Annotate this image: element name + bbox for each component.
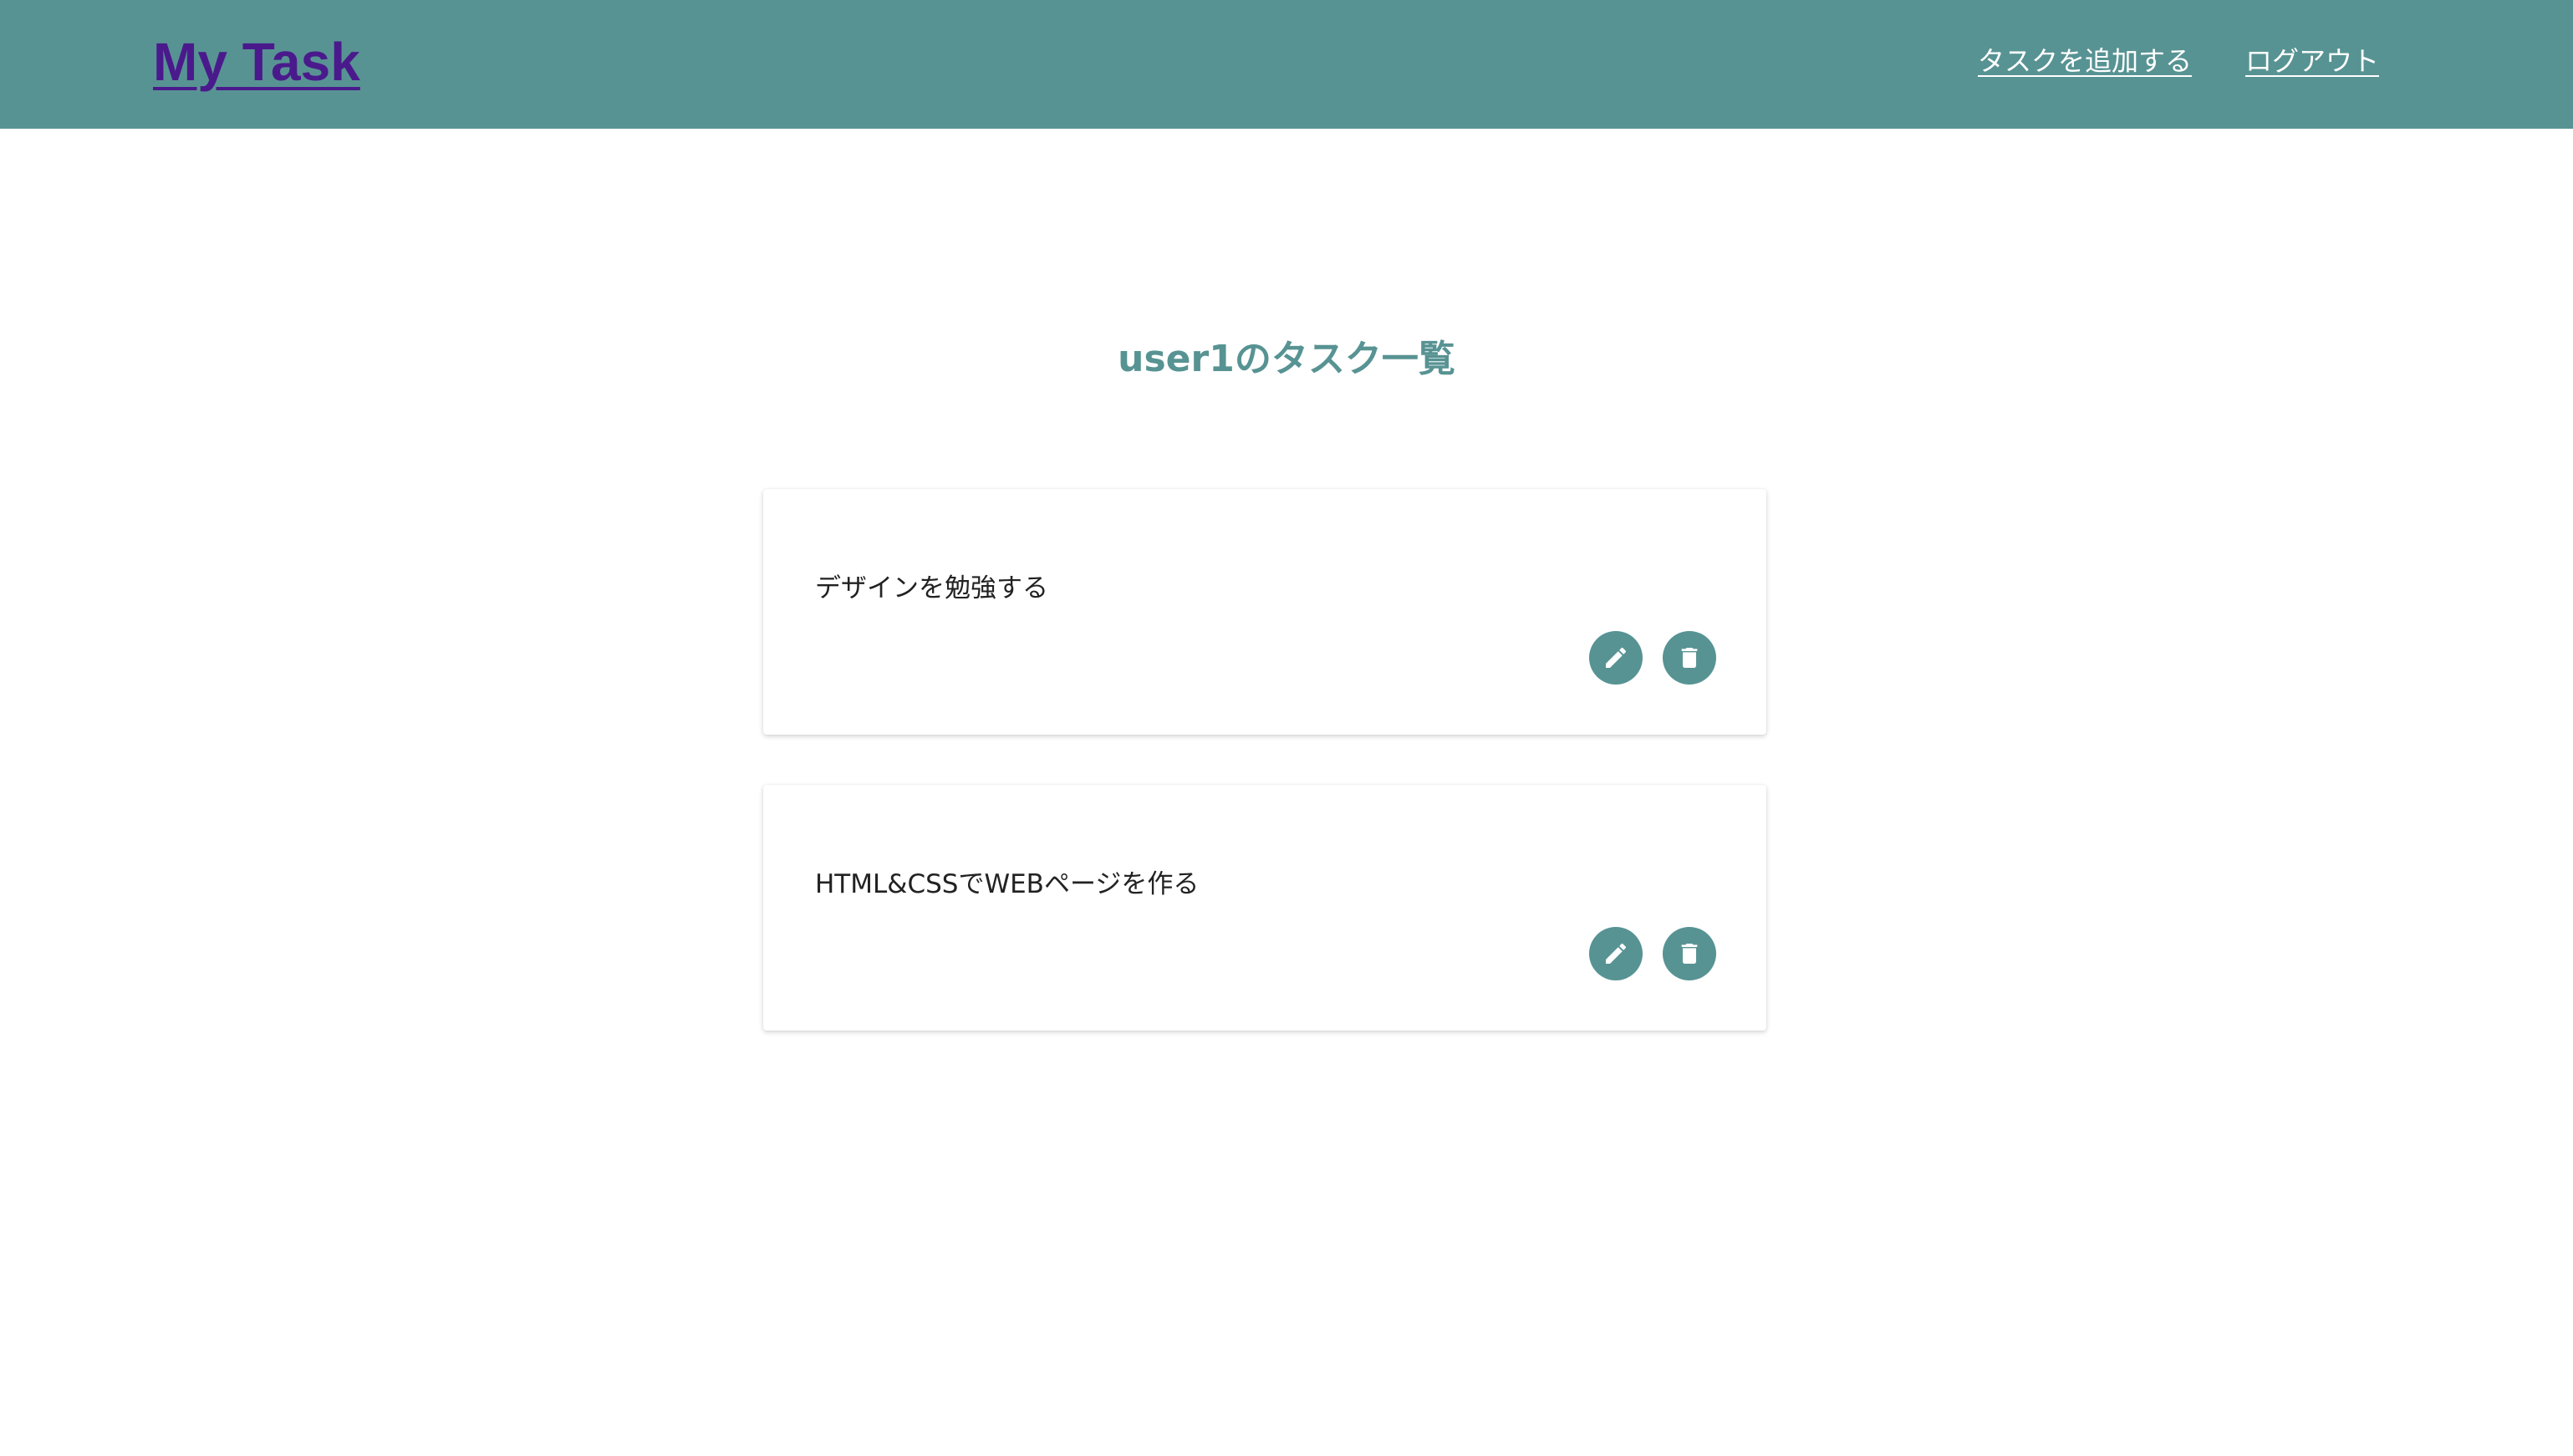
page-title: user1のタスク一覧 bbox=[1118, 338, 1455, 380]
add-task-link[interactable]: タスクを追加する bbox=[1978, 42, 2192, 80]
task-actions bbox=[1589, 927, 1716, 980]
edit-task-button[interactable] bbox=[1589, 927, 1643, 980]
brand-link[interactable]: My Task bbox=[153, 28, 360, 95]
header-nav: タスクを追加する ログアウト bbox=[1978, 42, 2379, 80]
task-text: デザインを勉強する bbox=[815, 573, 1048, 603]
task-card: デザインを勉強する bbox=[763, 489, 1766, 735]
app-header: My Task タスクを追加する ログアウト bbox=[0, 0, 2573, 129]
trash-icon bbox=[1681, 648, 1698, 668]
trash-icon bbox=[1681, 944, 1698, 964]
delete-task-button[interactable] bbox=[1663, 631, 1716, 685]
task-text: HTML&CSSでWEBページを作る bbox=[815, 869, 1200, 899]
edit-task-button[interactable] bbox=[1589, 631, 1643, 685]
task-list: デザインを勉強する HTML&CSSでWEBページを作る bbox=[763, 489, 1766, 1081]
task-actions bbox=[1589, 631, 1716, 685]
edit-icon bbox=[1606, 943, 1627, 964]
logout-link[interactable]: ログアウト bbox=[2245, 42, 2379, 80]
edit-icon bbox=[1606, 647, 1627, 668]
delete-task-button[interactable] bbox=[1663, 927, 1716, 980]
task-card: HTML&CSSでWEBページを作る bbox=[763, 785, 1766, 1031]
